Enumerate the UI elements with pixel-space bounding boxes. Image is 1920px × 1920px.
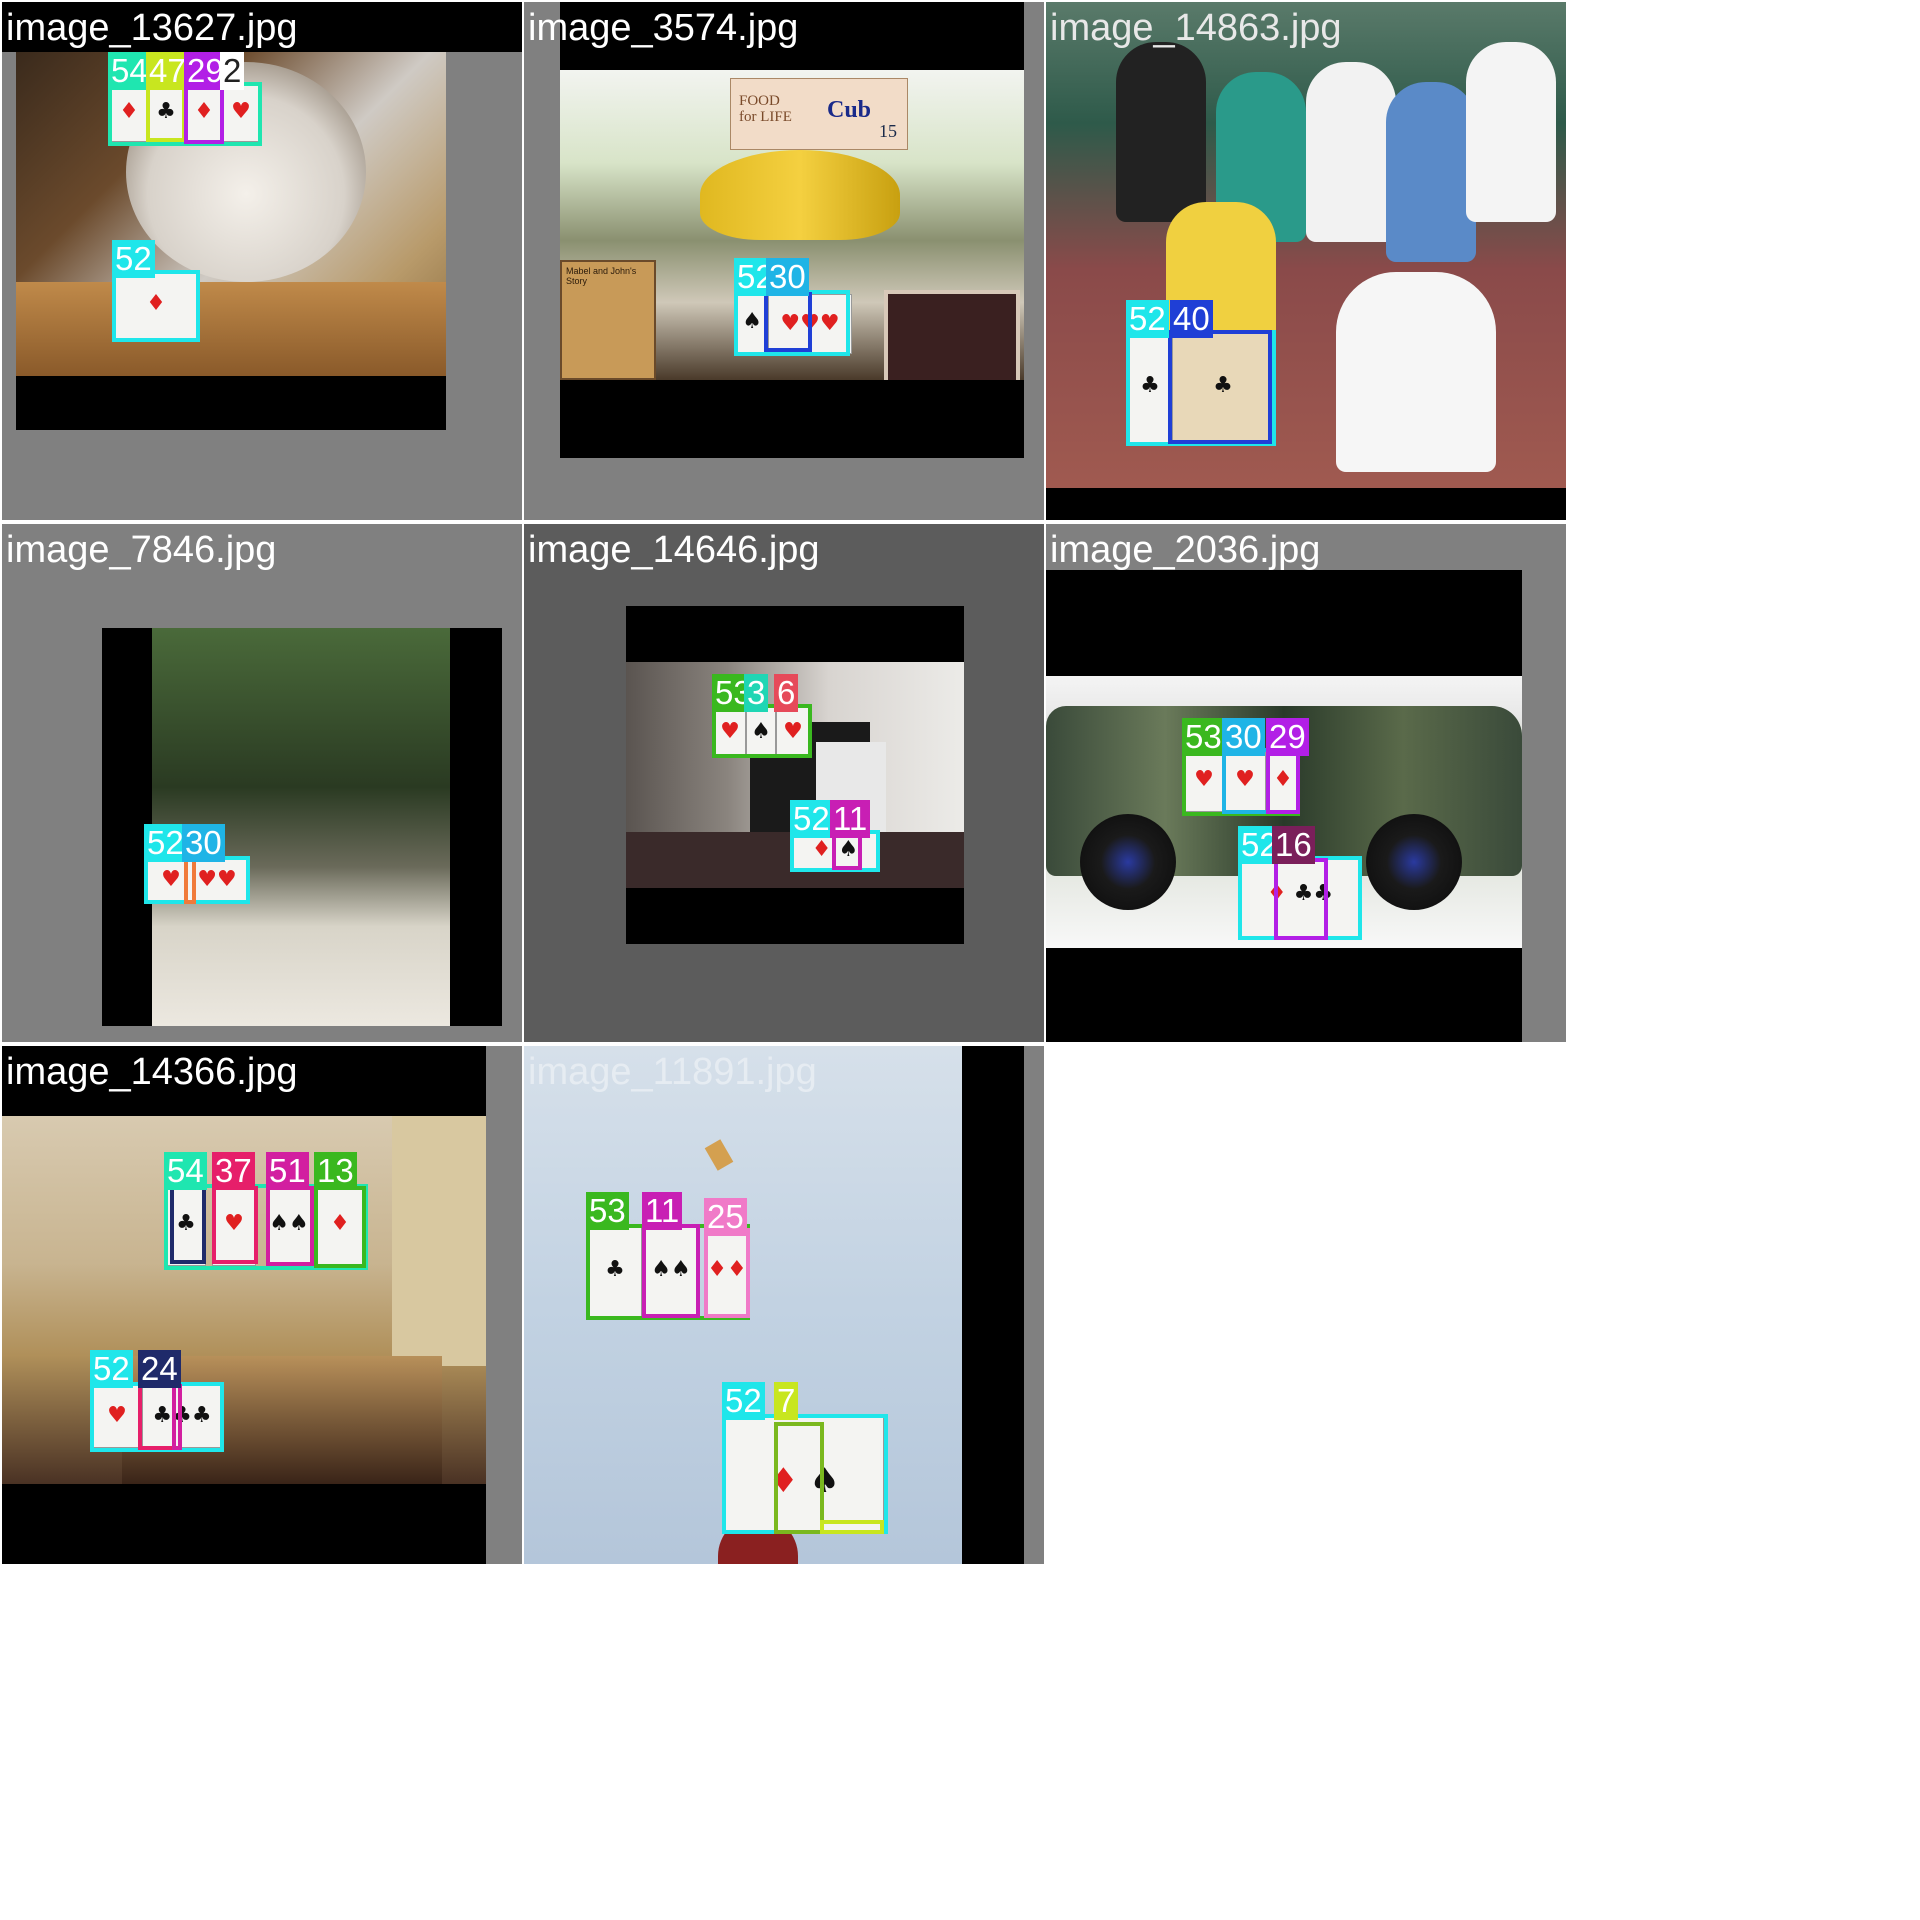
letterbox-bar [16,376,446,430]
class-label: 37 [212,1152,255,1190]
letterbox-bar [962,1046,1024,1564]
class-label: 53 [1182,718,1225,756]
detection-box [112,270,200,342]
class-label: 29 [1266,718,1309,756]
person [1336,272,1496,472]
mosaic-tile-8: image_11891.jpg ♣ ♠♠ ♦♦ ♦ ♠ 53 11 25 52 … [524,1046,1044,1564]
detection-box [212,1186,258,1264]
shelf [16,282,446,376]
kite [704,1139,734,1171]
letterbox-bar [2,1484,486,1564]
class-label: 30 [182,824,225,862]
class-label: 51 [266,1152,309,1190]
mosaic-tile-3: ♣ ♣ image_14863.jpg 52 40 [1046,2,1566,520]
class-label: 3 [744,674,769,712]
class-label: 52 [112,240,155,278]
class-label: 52 [1126,300,1169,338]
tile-filename: image_7846.jpg [6,529,277,571]
sign: FOOD for LIFE Cub 15 [730,78,908,150]
detection-box [820,1520,884,1534]
class-label: 2 [220,52,245,90]
detection-box [170,1186,206,1264]
detection-box [184,82,224,144]
class-label: 25 [704,1198,747,1236]
mosaic-tile-7: image_14366.jpg ♣ ♥ ♠♠ ♦ ♥ ♣♣♣ 54 37 51 … [2,1046,522,1564]
detection-box [712,704,812,758]
tennis-team-photo [1046,2,1566,488]
class-label: 11 [642,1192,683,1230]
letterbox-bar [560,380,1024,458]
tile-filename: image_14863.jpg [1050,7,1342,49]
detection-box [144,856,250,904]
detection-box [146,82,186,142]
tile-filename: image_14366.jpg [6,1051,298,1093]
detection-box [704,1228,750,1318]
mosaic-tile-4: image_7846.jpg ♥ ♥♥ 52 30 [2,524,522,1042]
class-label: 53 [586,1192,629,1230]
mosaic-tile-2: image_3574.jpg FOOD for LIFE Cub 15 Mabe… [524,2,1044,520]
tile-filename: image_14646.jpg [528,529,820,571]
class-label: 40 [1170,300,1213,338]
wheel [1080,814,1176,910]
detection-box [642,1224,700,1318]
detection-box [172,1384,182,1450]
tile-filename: image_11891.jpg [528,1051,817,1093]
detection-box [314,1186,366,1268]
photo-frame [884,290,1020,380]
class-label: 52 [790,800,833,838]
mosaic-tile-empty [1046,1046,1566,1564]
cabinets [392,1116,486,1366]
class-label: 13 [314,1152,357,1190]
mosaic-tile-6: image_2036.jpg ♥ ♥ ♦ ♦ ♣♣ 53 30 29 52 16 [1046,524,1566,1042]
wheel [1366,814,1462,910]
class-label: 16 [1272,826,1315,864]
detection-box [1222,748,1270,814]
detection-box [1266,748,1300,814]
detection-box [266,1186,314,1266]
plaque: Mabel and John's Story [560,260,656,380]
class-label: 54 [108,52,151,90]
detection-box [184,858,196,904]
mosaic-tile-1: image_13627.jpg ♦ ♣ ♦ ♥ ♦ 54 47 29 2 52 [2,2,522,520]
person [1386,82,1476,262]
class-label: 52 [144,824,187,862]
class-label: 11 [830,800,871,838]
tile-filename: image_13627.jpg [6,7,298,49]
class-label: 52 [722,1382,765,1420]
class-label: 7 [774,1382,799,1420]
bananas [700,150,900,240]
person [1466,42,1556,222]
mosaic-bottom-area [0,1566,1920,1920]
detection-box [1168,330,1272,444]
person [1116,42,1206,222]
class-label: 47 [146,52,189,90]
detection-box [1274,858,1328,940]
detection-box [138,1384,176,1450]
class-label: 30 [766,258,809,296]
class-label: 24 [138,1350,181,1388]
mosaic-tile-5: image_14646.jpg ♥ ♠ ♥ ♦ ♠ 53 3 6 52 11 [524,524,1044,1042]
detection-box [764,292,812,352]
tile-filename: image_2036.jpg [1050,529,1321,571]
class-label: 6 [774,674,799,712]
detection-box [774,1422,824,1534]
class-label: 30 [1222,718,1265,756]
tile-filename: image_3574.jpg [528,7,799,49]
class-label: 54 [164,1152,207,1190]
class-label: 52 [90,1350,133,1388]
mosaic-right-area [1568,0,1920,1566]
person [1306,62,1396,242]
